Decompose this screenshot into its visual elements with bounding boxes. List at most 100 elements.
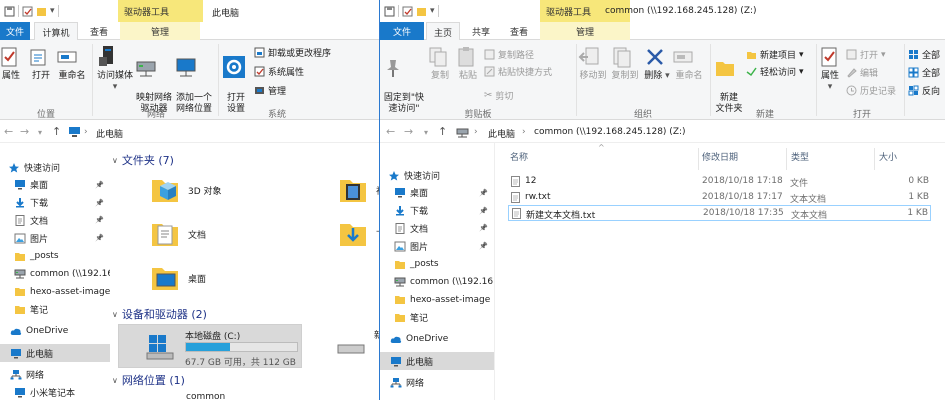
new-folder-button[interactable]: 新建 文件夹 [714, 46, 744, 115]
nav-item[interactable]: OneDrive [0, 322, 110, 340]
nav-item[interactable]: OneDrive [380, 330, 494, 348]
open-settings-button[interactable]: 打开 设置 [222, 44, 250, 115]
folder-downloads[interactable]: 下 [338, 218, 380, 250]
move-to-button[interactable]: 移动到 [578, 46, 608, 82]
nav-item[interactable]: 此电脑 [380, 352, 494, 370]
back-arrow-icon[interactable]: ← [386, 125, 395, 138]
folder-documents[interactable]: 文档 [150, 218, 206, 250]
breadcrumb-share[interactable]: common (\\192.168.245.128) (Z:) [534, 127, 686, 137]
pin-icon[interactable]: 📌 [479, 189, 488, 197]
pin-icon[interactable]: 📌 [479, 242, 488, 250]
properties-check-icon[interactable] [402, 6, 413, 17]
properties-check-icon[interactable] [22, 6, 33, 17]
tab-view[interactable]: 查看 [502, 22, 536, 40]
nav-item[interactable]: hexo-asset-image [380, 291, 494, 309]
system-properties-button[interactable]: 系统属性 [254, 65, 304, 78]
select-none-button[interactable]: 全部 [908, 66, 940, 79]
network-location-item[interactable]: common [186, 392, 225, 400]
rename-button[interactable]: 重命名 [672, 46, 706, 82]
recent-locations-chevron-icon[interactable]: ▾ [424, 128, 428, 137]
nav-item[interactable]: 桌面 📌 [380, 184, 494, 202]
recent-locations-chevron-icon[interactable]: ▾ [38, 128, 42, 137]
tab-file[interactable]: 文件 [380, 22, 424, 40]
nav-item[interactable]: 下载 📌 [0, 194, 110, 212]
column-header-name[interactable]: 名称 [510, 150, 528, 170]
nav-item[interactable]: 桌面 📌 [0, 176, 110, 194]
select-all-button[interactable]: 全部 [908, 48, 940, 61]
section-devices[interactable]: ∨ 设备和驱动器 (2) [112, 306, 207, 322]
easy-access-button[interactable]: 轻松访问 ▾ [746, 65, 804, 78]
file-row[interactable]: rw.txt 2018/10/18 17:17 文本文档 1 KB [508, 190, 931, 206]
nav-item[interactable]: 网络 [0, 366, 110, 384]
cut-button[interactable]: ✂ 剪切 [484, 89, 513, 102]
column-header-type[interactable]: 类型 [791, 150, 809, 170]
forward-arrow-icon[interactable]: → [20, 125, 29, 138]
edit-button[interactable]: 编辑 [846, 66, 878, 79]
back-arrow-icon[interactable]: ← [4, 125, 13, 138]
breadcrumb[interactable]: 此电脑 [96, 127, 123, 140]
manage-button[interactable]: 管理 [254, 84, 286, 97]
tab-computer[interactable]: 计算机 [34, 22, 78, 41]
paste-shortcut-button[interactable]: 粘贴快捷方式 [484, 65, 552, 78]
forward-arrow-icon[interactable]: → [404, 125, 413, 138]
new-item-button[interactable]: 新建项目 ▾ [746, 48, 804, 61]
nav-item[interactable]: 小米笔记本 [0, 384, 110, 400]
save-icon[interactable] [4, 6, 15, 17]
delete-button[interactable]: 删除 ▾ [644, 46, 670, 82]
nav-item[interactable]: _posts [0, 247, 110, 265]
copy-path-button[interactable]: 复制路径 [484, 48, 534, 61]
uninstall-programs-button[interactable]: 卸载或更改程序 [254, 46, 331, 59]
properties-button[interactable]: 属性 [0, 46, 22, 82]
nav-item[interactable]: 笔记 [0, 300, 110, 318]
folder-3d-objects[interactable]: 3D 对象 [150, 174, 222, 206]
customize-dropdown-icon[interactable]: ▾ [50, 6, 55, 16]
nav-item[interactable]: 快速访问 [380, 166, 494, 184]
pin-icon[interactable]: 📌 [95, 181, 104, 189]
drive-c[interactable]: 本地磁盘 (C:) 67.7 GB 可用，共 112 GB [118, 324, 302, 368]
invert-selection-button[interactable]: 反向 [908, 84, 940, 97]
copy-button[interactable]: 复制 [428, 46, 452, 82]
nav-item[interactable]: 文档 📌 [380, 219, 494, 237]
up-arrow-icon[interactable]: ↑ [52, 125, 61, 138]
history-button[interactable]: 历史记录 [846, 84, 896, 97]
nav-item[interactable]: _posts [380, 255, 494, 273]
pin-icon[interactable]: 📌 [479, 224, 488, 232]
folder-desktop[interactable]: 桌面 [150, 262, 206, 294]
open-button[interactable]: 打开 [28, 46, 54, 82]
pin-icon[interactable]: 📌 [95, 234, 104, 242]
rename-button[interactable]: 重命名 [56, 46, 88, 82]
breadcrumb-this-pc[interactable]: 此电脑 [488, 127, 515, 140]
file-row[interactable]: 12 2018/10/18 17:18 文件 0 KB [508, 174, 931, 190]
nav-item[interactable]: 文档 📌 [0, 211, 110, 229]
column-header-date[interactable]: 修改日期 [702, 150, 738, 170]
folder-videos[interactable]: 视 [338, 174, 380, 206]
nav-item[interactable]: 下载 📌 [380, 202, 494, 220]
copy-to-button[interactable]: 复制到 [610, 46, 640, 82]
pin-icon[interactable]: 📌 [95, 199, 104, 207]
nav-item[interactable]: 网络 [380, 374, 494, 392]
customize-dropdown-icon[interactable]: ▾ [430, 6, 435, 16]
tab-view[interactable]: 查看 [82, 22, 116, 40]
nav-item[interactable]: 此电脑 [0, 344, 110, 362]
paste-button[interactable]: 粘贴 [456, 46, 480, 82]
tab-manage[interactable]: 管理 [120, 22, 200, 40]
access-media-button[interactable]: 访问媒体 ▾ [96, 44, 134, 93]
map-network-drive-button[interactable]: 映射网络 驱动器 [134, 44, 174, 115]
nav-item[interactable]: hexo-asset-image [0, 283, 110, 301]
up-arrow-icon[interactable]: ↑ [438, 125, 447, 138]
pin-quick-access-button[interactable]: 固定到"快 速访问" [382, 46, 426, 115]
tab-home[interactable]: 主页 [426, 22, 460, 41]
tab-file[interactable]: 文件 [0, 22, 30, 40]
new-folder-icon[interactable] [416, 6, 427, 17]
column-header-size[interactable]: 大小 [879, 150, 897, 170]
properties-button[interactable]: 属性 ▾ [820, 46, 840, 93]
section-folders[interactable]: ∨ 文件夹 (7) [112, 152, 174, 168]
nav-item[interactable]: 图片 📌 [380, 237, 494, 255]
pin-icon[interactable]: 📌 [95, 216, 104, 224]
open-button[interactable]: 打开 ▾ [846, 48, 886, 61]
nav-item[interactable]: 图片 📌 [0, 229, 110, 247]
nav-item[interactable]: common (\\192.16 [0, 265, 110, 283]
file-row[interactable]: 新建文本文档.txt 2018/10/18 17:35 文本文档 1 KB [508, 205, 931, 221]
tab-share[interactable]: 共享 [464, 22, 498, 40]
new-folder-icon[interactable] [36, 6, 47, 17]
